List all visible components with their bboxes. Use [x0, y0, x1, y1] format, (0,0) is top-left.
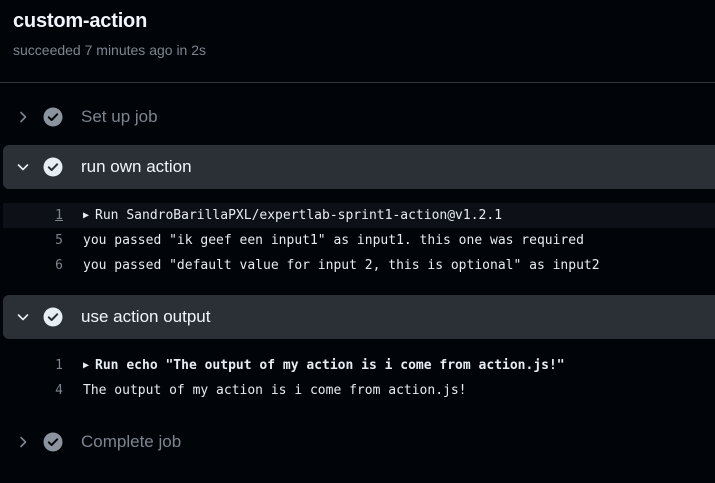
chevron-down-icon[interactable]	[3, 159, 43, 175]
log-text: you passed "default value for input 2, t…	[83, 258, 600, 273]
log-line[interactable]: 1 ▶ Run echo "The output of my action is…	[3, 353, 715, 378]
step-label: Complete job	[81, 432, 182, 451]
log-group-text[interactable]: Run echo "The output of my action is i c…	[95, 358, 565, 373]
line-number[interactable]: 4	[3, 383, 83, 398]
line-number[interactable]: 1	[3, 208, 83, 223]
job-status: succeeded 7 minutes ago in 2s	[13, 42, 207, 58]
check-circle-fill-icon	[43, 307, 75, 327]
line-number[interactable]: 6	[3, 258, 83, 273]
line-number[interactable]: 1	[3, 358, 83, 373]
log-line: 4 The output of my action is i come from…	[3, 378, 715, 403]
step-label: use action output	[81, 307, 211, 326]
log-line: 5 you passed "ik geef een input1" as inp…	[3, 228, 715, 253]
job-header: custom-action succeeded 7 minutes ago in…	[13, 10, 206, 58]
step-set-up-job[interactable]: Set up job	[3, 95, 715, 139]
log-text: The output of my action is i come from a…	[83, 383, 467, 398]
chevron-down-icon[interactable]	[3, 309, 43, 325]
log-text: you passed "ik geef een input1" as input…	[83, 233, 584, 248]
check-circle-fill-icon	[43, 107, 75, 127]
job-title: custom-action	[13, 10, 148, 32]
check-circle-fill-icon	[43, 157, 75, 177]
chevron-right-icon[interactable]	[3, 434, 43, 450]
step-complete-job[interactable]: Complete job	[3, 420, 715, 464]
step-label: Set up job	[81, 107, 158, 126]
step-use-action-output[interactable]: use action output	[3, 295, 715, 339]
log-group-text[interactable]: Run SandroBarillaPXL/expertlab-sprint1-a…	[95, 208, 502, 223]
check-circle-fill-icon	[43, 432, 75, 452]
header-divider	[0, 82, 715, 83]
step-label: run own action	[81, 157, 192, 176]
log-line: 6 you passed "default value for input 2,…	[3, 253, 715, 278]
log-line[interactable]: 1 ▶ Run SandroBarillaPXL/expertlab-sprin…	[3, 203, 715, 228]
chevron-right-icon[interactable]	[3, 109, 43, 125]
triangle-right-icon[interactable]: ▶	[83, 210, 89, 221]
triangle-right-icon[interactable]: ▶	[83, 360, 89, 371]
line-number[interactable]: 5	[3, 233, 83, 248]
step-run-own-action[interactable]: run own action	[3, 145, 715, 189]
